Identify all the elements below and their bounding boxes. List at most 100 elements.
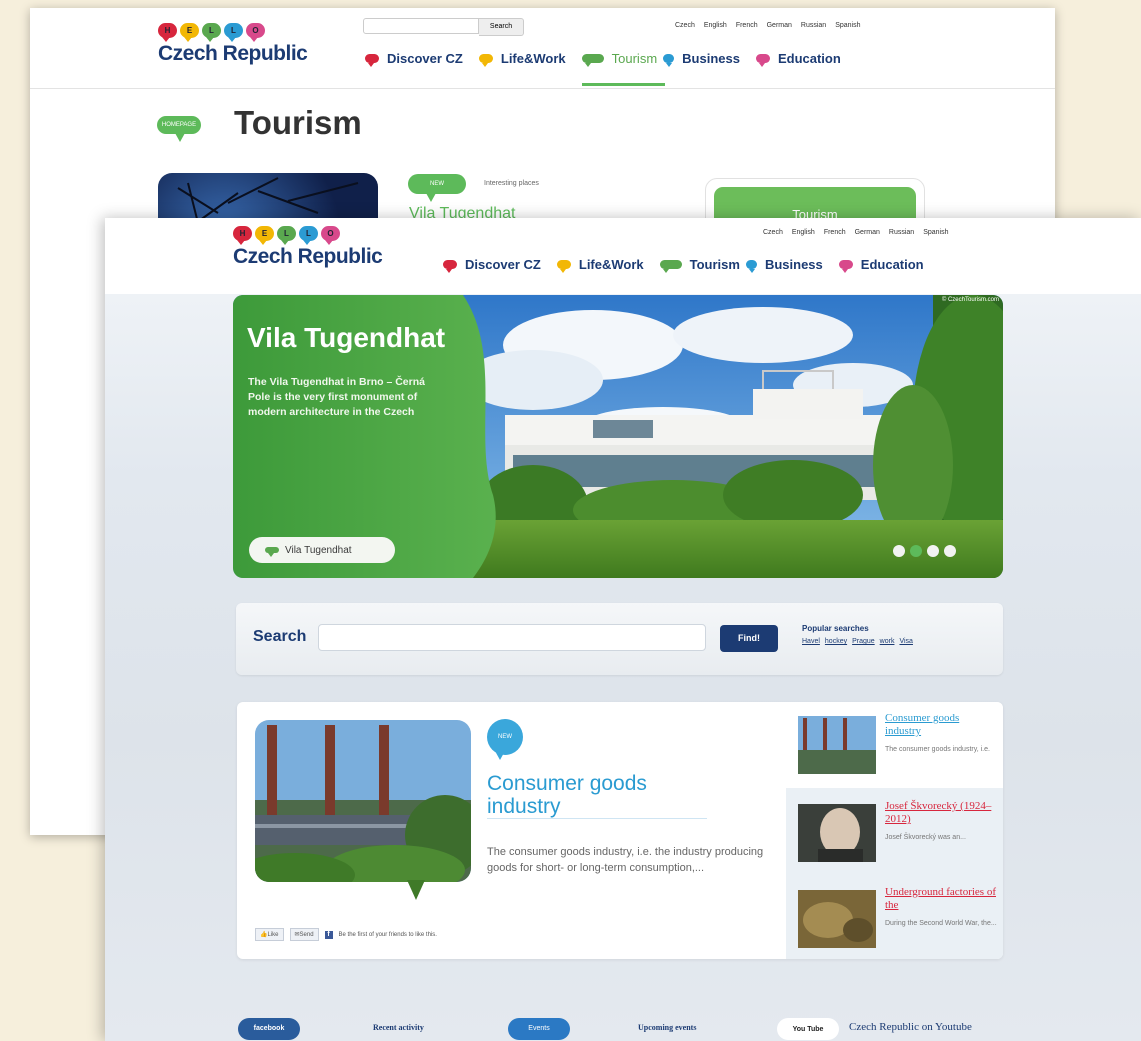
search-bar: Search Find! Popular searches Havel hock… [236,603,1003,675]
nav-item-business[interactable]: Business [663,51,740,67]
search-input[interactable] [318,624,706,651]
hero-banner[interactable]: Vila Tugendhat The Vila Tugendhat in Brn… [233,295,1003,578]
side-thumb-portrait [798,804,876,862]
lang-link[interactable]: Spanish [835,22,860,29]
new-badge: NEW [487,719,523,755]
youtube-icon: You Tube [792,1025,824,1033]
nav-label: Business [764,257,823,272]
upcoming-events-label: Upcoming events [638,1023,697,1032]
logo-letter: E [255,226,274,245]
facebook-icon: f [324,930,333,939]
hello-bubbles: H E L L O [233,226,382,245]
send-button[interactable]: ✉Send [289,928,319,941]
lang-link[interactable]: French [824,229,846,236]
lang-link[interactable]: English [792,229,815,236]
front-page-screenshot: H E L L O Czech Republic Czech English F… [105,218,1141,1041]
search-label: Search [253,628,307,645]
slide-dot-active[interactable] [910,545,922,557]
homepage-tag[interactable]: HOMEPAGE [157,116,201,142]
nav-label: Life&Work [500,51,566,66]
logo-letter: O [246,23,265,42]
speech-bubble-icon [556,260,571,273]
lang-link[interactable]: Russian [801,22,826,29]
speech-bubble-icon [265,547,279,557]
nav-item-education[interactable]: Education [755,51,841,67]
lang-link[interactable]: Czech [763,229,783,236]
new-tag: NEW [408,174,466,202]
nav-item-tourism[interactable]: Tourism [581,51,666,86]
lang-link[interactable]: German [767,22,792,29]
speech-bubble-icon [659,260,682,273]
active-underline [581,83,666,86]
nav-item-discover[interactable]: Discover CZ [365,51,463,67]
nav-label: Education [777,51,841,66]
lang-link[interactable]: Russian [889,229,914,236]
speech-bubble-icon [365,54,379,67]
slide-dot[interactable] [893,545,905,557]
lang-link[interactable]: Czech [675,22,695,29]
find-button[interactable]: Find! [720,625,778,652]
like-button[interactable]: 👍Like [255,928,284,941]
main-nav: Discover CZ Life&Work Tourism Business E… [443,257,940,273]
lang-link[interactable]: French [736,22,758,29]
speech-bubble-icon [745,260,757,273]
side-item-desc: The consumer goods industry, i.e. [885,746,990,753]
speech-bubble-icon [581,54,604,67]
featured-description: The consumer goods industry, i.e. the in… [487,846,764,874]
side-item-title[interactable]: Underground factories of the [885,886,997,912]
side-item-title[interactable]: Consumer goods industry [885,712,997,738]
side-text: Josef Škvorecký (1924–2012) Josef Škvore… [885,800,997,843]
side-item-title[interactable]: Josef Škvorecký (1924–2012) [885,800,997,826]
factory-photo [255,720,471,882]
nav-item-education[interactable]: Education [838,257,924,273]
main-nav: Discover CZ Life&Work Tourism Business E… [365,51,857,86]
hero-text: The Vila Tugendhat in Brno – Černá Pole … [248,376,425,418]
lang-link[interactable]: German [855,229,880,236]
photo-credit: © CzechTourism.com [941,297,999,303]
featured-panel: NEW Consumer goods industry The consumer… [237,702,1003,959]
hero-button[interactable]: Vila Tugendhat [249,537,395,563]
nav-item-lifework[interactable]: Life&Work [478,51,566,67]
logo[interactable]: H E L L O Czech Republic [158,23,308,66]
back-search-input[interactable] [363,18,479,34]
nav-item-tourism[interactable]: Tourism [659,257,740,273]
speech-bubble-icon [838,260,853,273]
nav-item-discover[interactable]: Discover CZ [443,257,541,273]
popular-search-link[interactable]: work [880,638,895,645]
logo-letter: L [299,226,318,245]
recent-activity-label: Recent activity [373,1023,424,1032]
speech-bubble-icon [755,54,770,67]
page-title: Tourism [234,104,362,141]
popular-search-link[interactable]: Havel [802,638,820,645]
logo-letter: L [277,226,296,245]
featured-title[interactable]: Consumer goods industry [487,772,707,819]
logo-text: Czech Republic [233,245,383,268]
back-search-button[interactable]: Search [479,18,524,36]
speech-bubble-icon [443,260,457,273]
nav-item-lifework[interactable]: Life&Work [556,257,644,273]
language-switcher: Czech English French German Russian Span… [763,229,949,236]
events-tab[interactable]: Events [508,1018,570,1040]
lang-link[interactable]: English [704,22,727,29]
logo-letter: E [180,23,199,42]
article-category[interactable]: Interesting places [484,180,539,187]
facebook-tab[interactable]: facebook [238,1018,300,1040]
featured-image[interactable] [255,720,471,882]
slide-dot[interactable] [927,545,939,557]
popular-search-link[interactable]: Prague [852,638,875,645]
logo-text: Czech Republic [158,42,308,65]
slide-dot[interactable] [944,545,956,557]
youtube-channel-link[interactable]: Czech Republic on Youtube [849,1021,972,1033]
side-item-desc: Josef Škvorecký was an... [885,834,966,841]
side-item-desc: During the Second World War, the... [885,920,997,927]
lang-link[interactable]: Spanish [923,229,948,236]
logo-letter: H [158,23,177,42]
youtube-logo[interactable]: You Tube [777,1018,839,1040]
side-thumb-factory [798,716,876,774]
hero-title: Vila Tugendhat [247,322,446,353]
nav-item-business[interactable]: Business [745,257,823,273]
hero-button-label: Vila Tugendhat [285,544,352,556]
popular-search-link[interactable]: hockey [825,638,847,645]
popular-search-link[interactable]: Visa [899,638,913,645]
logo[interactable]: H E L L O Czech Republic [233,226,383,269]
